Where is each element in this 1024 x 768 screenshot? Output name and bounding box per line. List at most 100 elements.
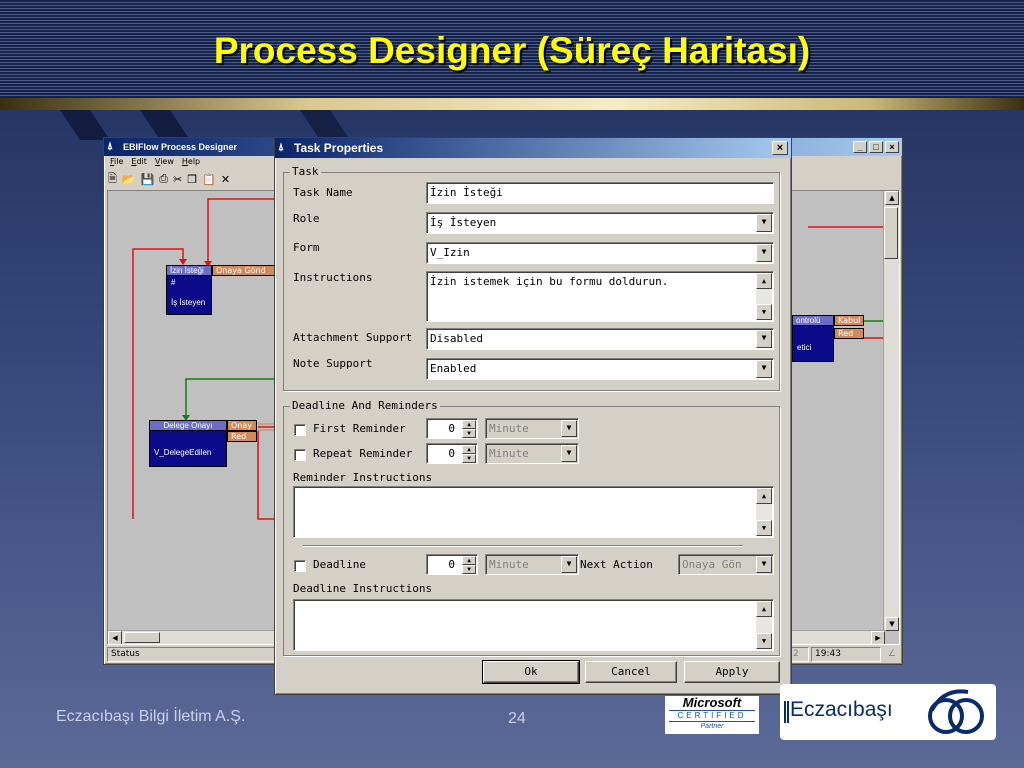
horizontal-scroll-thumb[interactable] [124, 632, 160, 643]
scroll-up-icon[interactable]: ▲ [756, 488, 772, 504]
attachment-support-select[interactable]: Disabled ▼ [426, 328, 774, 350]
deadline-instructions-label: Deadline Instructions [293, 582, 433, 595]
repeat-reminder-checkbox[interactable] [294, 449, 306, 461]
spin-down-icon[interactable]: ▼ [462, 454, 476, 463]
print-icon[interactable]: ⎙ [159, 172, 168, 186]
new-icon[interactable]: 🗎 [108, 170, 117, 189]
delete-icon[interactable]: ✕ [221, 173, 230, 186]
ms-logo-line2: CERTIFIED [669, 710, 755, 722]
next-action-select[interactable]: Onaya Gön ▼ [678, 554, 774, 575]
scroll-down-icon[interactable]: ▼ [756, 520, 772, 536]
task-name-label: Task Name [293, 186, 353, 199]
scroll-up-icon[interactable]: ▲ [756, 601, 772, 617]
node-kontrol-title: ontrolü [792, 315, 834, 326]
apply-button[interactable]: Apply [684, 661, 780, 683]
close-window-button[interactable]: × [885, 141, 899, 153]
node-delege-title: Delege Onayı [149, 420, 227, 431]
maximize-button[interactable]: □ [869, 141, 883, 153]
dialog-close-button[interactable]: × [772, 141, 788, 155]
paste-icon[interactable]: 📋 [202, 173, 216, 186]
sixty-anniversary-icon [928, 689, 984, 734]
instructions-value: İzin istemek için bu formu doldurun. [430, 275, 669, 288]
deadline-unit-select[interactable]: Minute ▼ [485, 554, 579, 575]
chevron-down-icon[interactable]: ▼ [756, 330, 772, 348]
repeat-reminder-label: Repeat Reminder [313, 447, 413, 460]
menu-view[interactable]: View [155, 157, 174, 169]
menu-help[interactable]: Help [182, 157, 200, 169]
scroll-right-icon[interactable]: ▶ [871, 631, 885, 644]
task-properties-dialog: ⍋ Task Properties × Task Task Name İzin … [274, 137, 792, 695]
slide-page-number: 24 [508, 710, 526, 727]
next-action-value: Onaya Gön [682, 558, 742, 571]
reminder-instructions-scrollbar[interactable]: ▲ ▼ [756, 488, 772, 536]
open-icon[interactable]: 📂 [122, 173, 136, 186]
copy-icon[interactable]: ❐ [187, 173, 197, 186]
node-kontrolu[interactable]: ontrolü etici [792, 315, 834, 362]
cancel-button[interactable]: Cancel [585, 661, 677, 683]
spin-up-icon[interactable]: ▲ [462, 556, 476, 565]
chevron-down-icon[interactable]: ▼ [561, 420, 577, 437]
ok-button[interactable]: Ok [482, 660, 580, 684]
instructions-scrollbar[interactable]: ▲ ▼ [756, 273, 772, 320]
deadline-instructions-textarea[interactable]: ▲ ▼ [293, 599, 774, 651]
deadline-stepper[interactable]: 0 ▲ ▼ [426, 554, 478, 575]
instructions-textarea[interactable]: İzin istemek için bu formu doldurun. ▲ ▼ [426, 271, 774, 322]
spin-down-icon[interactable]: ▼ [462, 565, 476, 574]
chevron-down-icon[interactable]: ▼ [756, 244, 772, 262]
node-izin-port[interactable]: Onaya Gönd [212, 265, 280, 276]
role-select[interactable]: İş İsteyen ▼ [426, 212, 774, 234]
form-value: V_Izin [430, 246, 470, 259]
chevron-down-icon[interactable]: ▼ [561, 556, 577, 573]
canvas-vertical-scrollbar[interactable]: ▲ ▼ [883, 191, 899, 631]
minimize-button[interactable]: _ [853, 141, 867, 153]
instructions-label: Instructions [293, 271, 373, 284]
header-band [0, 98, 1024, 110]
menu-edit[interactable]: Edit [131, 157, 147, 169]
scroll-down-icon[interactable]: ▼ [756, 304, 772, 320]
menu-file[interactable]: File [110, 157, 123, 169]
vertical-scroll-thumb[interactable] [884, 207, 898, 259]
chevron-down-icon[interactable]: ▼ [561, 445, 577, 462]
scroll-down-icon[interactable]: ▼ [885, 617, 899, 631]
save-icon[interactable]: 💾 [141, 173, 155, 186]
task-group-label: Task [290, 165, 321, 178]
status-time: 19:43 [811, 647, 881, 662]
form-select[interactable]: V_Izin ▼ [426, 242, 774, 264]
scroll-up-icon[interactable]: ▲ [756, 273, 772, 289]
scroll-up-icon[interactable]: ▲ [885, 191, 899, 205]
scroll-left-icon[interactable]: ◀ [108, 631, 122, 644]
chevron-down-icon[interactable]: ▼ [756, 360, 772, 378]
attachment-support-value: Disabled [430, 332, 483, 345]
role-label: Role [293, 212, 320, 225]
node-delege-port-red[interactable]: Red [227, 431, 257, 442]
spin-up-icon[interactable]: ▲ [462, 445, 476, 454]
chevron-down-icon[interactable]: ▼ [756, 556, 772, 573]
node-izin-istegi[interactable]: İzin İsteği # İş İsteyen [166, 265, 212, 315]
first-reminder-label: First Reminder [313, 422, 406, 435]
eczacibasi-brand-text: Eczacıbaşı [790, 698, 893, 721]
node-izin-body: # İş İsteyen [166, 276, 212, 315]
deadline-reminders-group-label: Deadline And Reminders [290, 399, 440, 412]
task-name-input[interactable]: İzin İsteği [426, 182, 774, 204]
note-support-select[interactable]: Enabled ▼ [426, 358, 774, 380]
spin-down-icon[interactable]: ▼ [462, 429, 476, 438]
reminder-instructions-textarea[interactable]: ▲ ▼ [293, 486, 774, 538]
first-reminder-checkbox[interactable] [294, 424, 306, 436]
first-reminder-stepper[interactable]: 0 ▲ ▼ [426, 418, 478, 439]
node-kontrol-port-red[interactable]: Red [834, 328, 864, 339]
deadline-checkbox[interactable] [294, 560, 306, 572]
chevron-down-icon[interactable]: ▼ [756, 214, 772, 232]
repeat-reminder-unit-select[interactable]: Minute ▼ [485, 443, 579, 464]
scroll-down-icon[interactable]: ▼ [756, 633, 772, 649]
eczacibasi-logo: Eczacıbaşı [780, 684, 996, 740]
repeat-reminder-stepper[interactable]: 0 ▲ ▼ [426, 443, 478, 464]
resize-grip-icon[interactable]: ∠ [888, 649, 896, 659]
first-reminder-unit-select[interactable]: Minute ▼ [485, 418, 579, 439]
deadline-instructions-scrollbar[interactable]: ▲ ▼ [756, 601, 772, 649]
node-delege-port-onay[interactable]: Onay [227, 420, 257, 431]
spin-up-icon[interactable]: ▲ [462, 420, 476, 429]
slide-title: Process Designer (Süreç Haritası) [213, 30, 811, 71]
node-delege-onayi[interactable]: Delege Onayı V_DelegeEdilen [149, 420, 227, 467]
node-kontrol-port-kabul[interactable]: Kabul [834, 315, 864, 326]
cut-icon[interactable]: ✂ [173, 173, 182, 186]
